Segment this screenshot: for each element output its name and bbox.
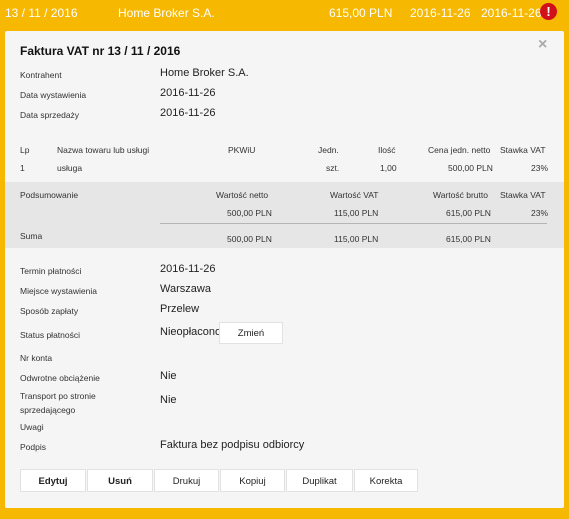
copy-button[interactable]: Kopiuj <box>220 469 285 492</box>
duplicate-button[interactable]: Duplikat <box>286 469 353 492</box>
invoice-detail-panel <box>5 31 564 508</box>
reverse-charge-value: Nie <box>160 370 177 382</box>
print-button[interactable]: Drukuj <box>154 469 219 492</box>
notes-label: Uwagi <box>20 422 44 432</box>
cell-name: usługa <box>57 163 83 173</box>
payment-method-label: Sposób zapłaty <box>20 306 79 316</box>
col-header-qty: Ilość <box>378 145 396 155</box>
signature-value: Faktura bez podpisu odbiorcy <box>160 439 305 451</box>
col-header-pkwiu: PKWiU <box>228 145 256 155</box>
signature-label: Podpis <box>20 442 46 452</box>
transport-value: Nie <box>160 394 177 406</box>
sale-date-value: 2016-11-26 <box>160 107 216 119</box>
summary-header-vat-rate: Stawka VAT <box>500 190 546 200</box>
transport-label-line1: Transport po stronie <box>20 391 96 401</box>
transport-label-line2: sprzedającego <box>20 405 76 415</box>
due-date-value: 2016-11-26 <box>160 263 216 275</box>
change-status-button[interactable]: Zmień <box>219 322 283 344</box>
cell-vat-rate: 23% <box>531 163 549 173</box>
col-header-unit-price: Cena jedn. netto <box>428 145 491 155</box>
edit-button[interactable]: Edytuj <box>20 469 86 492</box>
summary-header-net: Wartość netto <box>216 190 269 200</box>
contractor-label: Kontrahent <box>20 70 62 80</box>
col-header-lp: Lp <box>20 145 30 155</box>
row-issue-date: 2016-11-26 <box>410 6 471 20</box>
cell-qty: 1,00 <box>380 163 397 173</box>
summary-label: Podsumowanie <box>20 190 79 200</box>
correction-button[interactable]: Korekta <box>354 469 418 492</box>
summary-divider <box>160 223 547 224</box>
reverse-charge-label: Odwrotne obciążenie <box>20 373 100 383</box>
issue-date-value: 2016-11-26 <box>160 87 216 99</box>
account-number-label: Nr konta <box>20 353 53 363</box>
payment-status-label: Status płatności <box>20 330 81 340</box>
summary-gross: 615,00 PLN <box>446 208 491 218</box>
cell-unit-price: 500,00 PLN <box>448 163 493 173</box>
sale-date-label: Data sprzedaży <box>20 110 80 120</box>
close-icon[interactable]: × <box>538 36 547 54</box>
row-amount: 615,00 PLN <box>329 6 393 20</box>
sum-net: 500,00 PLN <box>227 234 272 244</box>
sum-vat: 115,00 PLN <box>334 234 379 244</box>
place-label: Miejsce wystawienia <box>20 286 97 296</box>
summary-net: 500,00 PLN <box>227 208 272 218</box>
invoice-title: Faktura VAT nr 13 / 11 / 2016 <box>20 44 181 58</box>
col-header-unit: Jedn. <box>318 145 339 155</box>
sum-gross: 615,00 PLN <box>446 234 491 244</box>
row-due-date: 2016-11-26 <box>481 6 542 20</box>
place-value: Warszawa <box>160 283 211 295</box>
issue-date-label: Data wystawienia <box>20 90 87 100</box>
due-date-label: Termin płatności <box>20 266 82 276</box>
col-header-name: Nazwa towaru lub usługi <box>57 145 150 155</box>
row-contractor: Home Broker S.A. <box>118 6 215 20</box>
summary-header-gross: Wartość brutto <box>433 190 488 200</box>
row-invoice-number: 13 / 11 / 2016 <box>5 6 78 20</box>
invoice-list-row[interactable]: 13 / 11 / 2016 Home Broker S.A. 615,00 P… <box>0 0 569 26</box>
cell-lp: 1 <box>20 163 25 173</box>
alert-icon: ! <box>540 3 557 20</box>
summary-vat: 115,00 PLN <box>334 208 379 218</box>
sum-label: Suma <box>20 231 43 241</box>
contractor-value: Home Broker S.A. <box>160 67 249 79</box>
cell-unit: szt. <box>326 163 340 173</box>
summary-vat-rate: 23% <box>531 208 549 218</box>
delete-button[interactable]: Usuń <box>87 469 153 492</box>
col-header-vat-rate: Stawka VAT <box>500 145 546 155</box>
payment-method-value: Przelew <box>160 303 200 315</box>
payment-status-value: Nieopłacono <box>160 326 222 338</box>
summary-header-vat: Wartość VAT <box>330 190 379 200</box>
